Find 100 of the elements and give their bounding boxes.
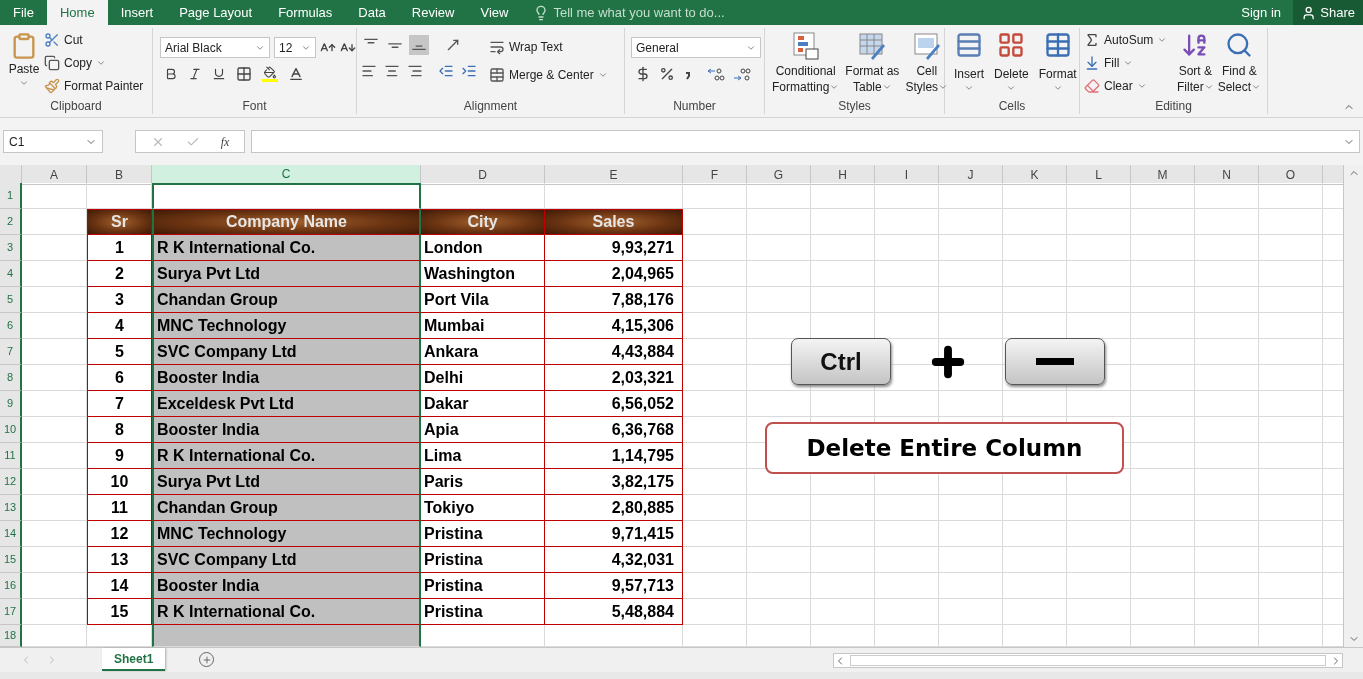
ribbon-tab[interactable]: File — [0, 0, 47, 25]
cell-button[interactable]: Insert — [949, 28, 989, 97]
row-header[interactable]: 16 — [0, 573, 22, 599]
number-format-dropdown[interactable]: General — [631, 37, 761, 58]
table-cell: Washington — [421, 261, 545, 287]
ribbon-tab[interactable]: Home — [46, 0, 108, 25]
shortcut-caption: Delete Entire Column — [765, 422, 1124, 474]
table-cell: 1,14,795 — [545, 443, 683, 469]
style-button[interactable]: Format as Table — [842, 28, 903, 97]
table-cell: 9,71,415 — [545, 521, 683, 547]
table-cell: R K International Co. — [152, 443, 421, 469]
row-header[interactable]: 13 — [0, 495, 22, 521]
format-painter-button[interactable]: Format Painter — [44, 76, 144, 96]
table-cell: MNC Technology — [152, 313, 421, 339]
style-button[interactable]: Cell Styles — [902, 28, 952, 97]
table-cell: 4,32,031 — [545, 547, 683, 573]
insert-function-button[interactable]: fx — [220, 132, 230, 151]
column-header[interactable]: C — [152, 165, 421, 185]
font-size-dropdown[interactable]: 12 — [274, 37, 316, 58]
row-header[interactable]: 8 — [0, 365, 22, 391]
table-cell: 9,57,713 — [545, 573, 683, 599]
group-label: Alignment — [463, 97, 518, 115]
wrap-text-button[interactable]: Wrap Text — [489, 37, 608, 57]
row-header[interactable]: 5 — [0, 287, 22, 313]
row-header[interactable]: 3 — [0, 235, 22, 261]
column-header[interactable]: A — [22, 165, 87, 185]
font-name-dropdown[interactable]: Arial Black — [160, 37, 270, 58]
row-header[interactable]: 10 — [0, 417, 22, 443]
column-header[interactable]: D — [421, 165, 545, 185]
group-label: Editing — [1155, 97, 1192, 115]
table-cell: Chandan Group — [152, 495, 421, 521]
table-cell: Booster India — [152, 365, 421, 391]
table-cell: MNC Technology — [152, 521, 421, 547]
row-header[interactable]: 2 — [0, 209, 22, 235]
clear-button[interactable]: Clear — [1084, 76, 1175, 96]
table-cell: Booster India — [152, 417, 421, 443]
row-header[interactable]: 17 — [0, 599, 22, 625]
find-select-button[interactable]: Find & Select — [1215, 28, 1263, 97]
table-cell: Ankara — [421, 339, 545, 365]
row-header[interactable]: 11 — [0, 443, 22, 469]
cell-button[interactable]: Format — [1033, 28, 1082, 97]
column-header[interactable]: F — [683, 165, 747, 185]
column-header[interactable]: E — [545, 165, 683, 185]
cut-button[interactable]: Cut — [44, 30, 144, 50]
fill-button[interactable]: Fill — [1084, 53, 1175, 73]
ribbon-tab[interactable]: Data — [345, 0, 399, 25]
column-header[interactable]: J — [939, 165, 1003, 185]
table-cell: Port Vila — [421, 287, 545, 313]
table-cell: Tokiyo — [421, 495, 545, 521]
table-cell: Pristina — [421, 547, 545, 573]
cell-button[interactable]: Delete — [989, 28, 1034, 97]
merge-center-button[interactable]: Merge & Center — [489, 65, 608, 85]
ribbon-tab[interactable]: Formulas — [265, 0, 346, 25]
table-cell: 6,56,052 — [545, 391, 683, 417]
row-header[interactable]: 7 — [0, 339, 22, 365]
column-header[interactable]: L — [1067, 165, 1131, 185]
style-button[interactable]: Conditional Formatting — [769, 28, 843, 97]
ribbon-tab[interactable]: View — [467, 0, 522, 25]
sort-filter-button[interactable]: Sort & Filter — [1174, 28, 1216, 97]
table-cell: 5,48,884 — [545, 599, 683, 625]
column-header[interactable]: K — [1003, 165, 1067, 185]
share-button[interactable]: Share — [1293, 0, 1363, 25]
row-header[interactable]: 1 — [0, 183, 22, 209]
table-cell: London — [421, 235, 545, 261]
row-header[interactable]: 6 — [0, 313, 22, 339]
row-header[interactable]: 12 — [0, 469, 22, 495]
column-header[interactable]: O — [1259, 165, 1323, 185]
column-header[interactable]: I — [875, 165, 939, 185]
sheet-tab[interactable]: Sheet1 — [102, 648, 166, 671]
ribbon-tab[interactable]: Page Layout — [166, 0, 266, 25]
sign-in-link[interactable]: Sign in — [1229, 0, 1293, 25]
column-heading-cell: Company Name — [152, 209, 421, 235]
column-header[interactable]: N — [1195, 165, 1259, 185]
table-cell: Mumbai — [421, 313, 545, 339]
column-heading-cell: Sales — [545, 209, 683, 235]
column-header[interactable]: H — [811, 165, 875, 185]
row-header[interactable]: 18 — [0, 625, 22, 647]
table-cell: Pristina — [421, 521, 545, 547]
paste-button[interactable]: Paste — [4, 28, 44, 97]
row-header[interactable]: 15 — [0, 547, 22, 573]
table-cell: Exceldesk Pvt Ltd — [152, 391, 421, 417]
table-cell: Apia — [421, 417, 545, 443]
ribbon-tab[interactable]: Insert — [107, 0, 167, 25]
column-header[interactable]: G — [747, 165, 811, 185]
table-cell: Lima — [421, 443, 545, 469]
table-cell: Paris — [421, 469, 545, 495]
table-cell: Pristina — [421, 599, 545, 625]
tell-me-box[interactable]: Tell me what you want to do... — [533, 0, 725, 25]
table-cell: 7,88,176 — [545, 287, 683, 313]
table-cell: Surya Pvt Ltd — [152, 261, 421, 287]
autosum-button[interactable]: AutoSum — [1084, 30, 1175, 50]
copy-button[interactable]: Copy — [44, 53, 144, 73]
row-header[interactable]: 14 — [0, 521, 22, 547]
column-header[interactable]: M — [1131, 165, 1195, 185]
ribbon-tab[interactable]: Review — [398, 0, 468, 25]
column-heading-cell: Sr — [87, 209, 152, 235]
row-header[interactable]: 4 — [0, 261, 22, 287]
table-cell: 4,43,884 — [545, 339, 683, 365]
row-header[interactable]: 9 — [0, 391, 22, 417]
name-box[interactable]: C1 — [3, 130, 103, 153]
